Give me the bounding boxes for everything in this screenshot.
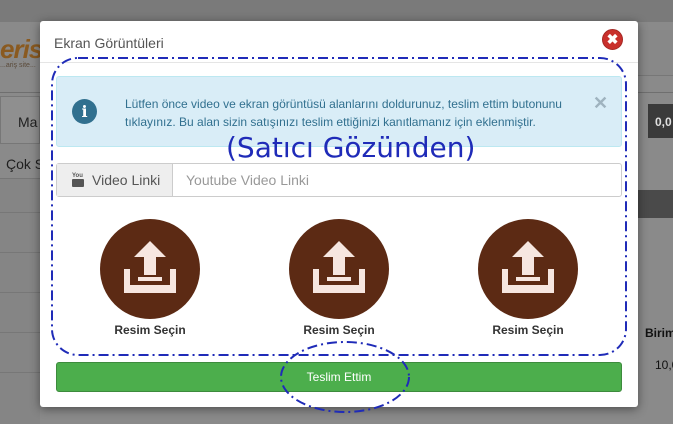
upload-label[interactable]: Resim Seçin <box>468 323 588 337</box>
upload-label[interactable]: Resim Seçin <box>279 323 399 337</box>
background-topbar <box>0 0 673 22</box>
background-right-box <box>637 30 673 76</box>
info-icon: i <box>72 99 97 124</box>
modal-title: Ekran Görüntüleri <box>54 35 164 51</box>
background-row-divider <box>0 332 40 333</box>
video-link-addon: You Video Linki <box>57 164 173 196</box>
upload-label[interactable]: Resim Seçin <box>90 323 210 337</box>
video-link-input[interactable] <box>174 164 621 196</box>
screenshots-modal: Ekran Görüntüleri ✖ i Lütfen önce video … <box>40 21 638 407</box>
background-logo: eris <box>0 34 43 64</box>
background-left-column <box>0 178 40 424</box>
background-row-divider <box>0 292 40 293</box>
background-row-divider <box>0 252 40 253</box>
image-upload-2[interactable]: Resim Seçin <box>279 219 399 344</box>
background-row-divider <box>0 212 40 213</box>
background-left-tab-label: Ma <box>18 114 38 130</box>
image-upload-3[interactable]: Resim Seçin <box>468 219 588 344</box>
youtube-icon: You <box>72 173 84 187</box>
image-upload-1[interactable]: Resim Seçin <box>90 219 210 344</box>
background-right-dark-value: 0,0 <box>655 115 672 129</box>
video-link-group: You Video Linki <box>56 163 622 197</box>
close-icon[interactable]: ✖ <box>602 29 623 50</box>
upload-icon[interactable] <box>478 219 578 319</box>
submit-button[interactable]: Teslim Ettim <box>56 362 622 392</box>
background-birim-value: 10,0 <box>655 358 673 372</box>
background-birim-header: Birim <box>645 326 673 340</box>
alert-message: Lütfen önce video ve ekran görüntüsü ala… <box>125 97 562 129</box>
upload-icon[interactable] <box>289 219 389 319</box>
annotation-caption: (Satıcı Gözünden) <box>226 131 476 164</box>
background-right-bar <box>637 190 673 218</box>
background-left-cok-label: Çok S <box>6 156 45 172</box>
upload-icon[interactable] <box>100 219 200 319</box>
background-logo-tagline: ...ariş site... <box>0 62 36 69</box>
alert-close-icon[interactable]: ✕ <box>593 93 608 114</box>
modal-header: Ekran Görüntüleri ✖ <box>40 21 638 63</box>
background-row-divider <box>0 372 40 373</box>
youtube-icon-tube <box>72 179 84 187</box>
video-link-label: Video Linki <box>92 172 161 188</box>
